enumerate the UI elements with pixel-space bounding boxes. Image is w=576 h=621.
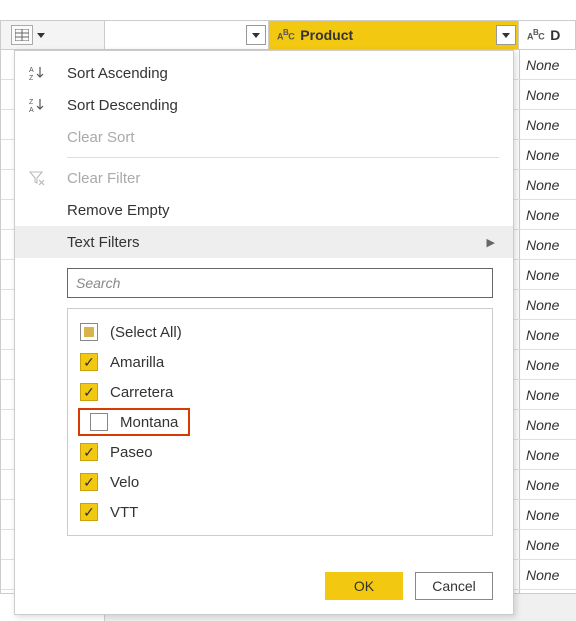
filter-option[interactable]: (Select All) xyxy=(68,317,492,347)
blank-icon xyxy=(29,200,55,220)
checkbox-icon: ✓ xyxy=(80,473,98,491)
checkbox-icon xyxy=(90,413,108,431)
filter-option-label: Carretera xyxy=(110,384,173,401)
menu-label: Sort Descending xyxy=(67,97,499,114)
filter-option[interactable]: ✓ Velo xyxy=(68,467,492,497)
column-dropdown-button[interactable] xyxy=(496,25,516,45)
filter-option[interactable]: Montana xyxy=(68,407,492,437)
search-placeholder: Search xyxy=(76,275,120,291)
filter-option-label: Montana xyxy=(120,414,178,431)
cell-value: None xyxy=(520,440,576,469)
cell-value: None xyxy=(520,80,576,109)
ok-button[interactable]: OK xyxy=(325,572,403,600)
checkbox-icon: ✓ xyxy=(80,443,98,461)
remove-empty-item[interactable]: Remove Empty xyxy=(15,194,513,226)
blank-icon xyxy=(29,232,55,252)
filter-option[interactable]: ✓ Carretera xyxy=(68,377,492,407)
chevron-down-icon xyxy=(502,33,510,38)
button-label: OK xyxy=(354,578,374,594)
sort-descending-item[interactable]: ZA Sort Descending xyxy=(15,89,513,121)
cell-value: None xyxy=(520,500,576,529)
sort-asc-icon: AZ xyxy=(29,63,55,83)
filter-option-label: Velo xyxy=(110,474,139,491)
chevron-right-icon: ▶ xyxy=(487,236,495,249)
button-label: Cancel xyxy=(432,578,476,594)
svg-text:Z: Z xyxy=(29,99,34,106)
text-type-icon: ABC xyxy=(277,28,294,42)
checkbox-icon: ✓ xyxy=(80,383,98,401)
checkbox-icon: ✓ xyxy=(80,353,98,371)
cancel-button[interactable]: Cancel xyxy=(415,572,493,600)
svg-text:A: A xyxy=(29,107,34,113)
cell-value: None xyxy=(520,290,576,319)
cell-value: None xyxy=(520,350,576,379)
chevron-down-icon xyxy=(252,33,260,38)
cell-value: None xyxy=(520,410,576,439)
cell-value: None xyxy=(520,260,576,289)
svg-text:Z: Z xyxy=(29,75,34,81)
filter-clear-icon xyxy=(29,168,55,188)
table-menu-chevron-icon xyxy=(37,33,45,38)
menu-label: Clear Filter xyxy=(67,170,499,187)
cell-value: None xyxy=(520,320,576,349)
clear-filter-item: Clear Filter xyxy=(15,162,513,194)
table-corner-cell[interactable] xyxy=(0,21,105,49)
svg-text:A: A xyxy=(29,67,34,74)
cell-value: None xyxy=(520,50,576,79)
clear-sort-item: Clear Sort xyxy=(15,121,513,153)
column-header-d[interactable]: ABC D xyxy=(519,21,576,49)
filter-menu: AZ Sort Ascending ZA Sort Descending Cle… xyxy=(14,50,514,615)
menu-label: Sort Ascending xyxy=(67,65,499,82)
sort-desc-icon: ZA xyxy=(29,95,55,115)
menu-separator xyxy=(67,157,499,158)
cell-value: None xyxy=(520,110,576,139)
cell-value: None xyxy=(520,200,576,229)
column-header-product[interactable]: ABC Product xyxy=(269,21,519,49)
sort-ascending-item[interactable]: AZ Sort Ascending xyxy=(15,57,513,89)
cell-value: None xyxy=(520,560,576,589)
checkbox-icon xyxy=(80,323,98,341)
filter-option-label: Amarilla xyxy=(110,354,164,371)
cell-value: None xyxy=(520,170,576,199)
menu-label: Text Filters xyxy=(67,234,487,251)
search-input[interactable]: Search xyxy=(67,268,493,298)
filter-option-label: (Select All) xyxy=(110,324,182,341)
menu-label: Clear Sort xyxy=(67,129,499,146)
cell-value: None xyxy=(520,380,576,409)
filter-option-label: Paseo xyxy=(110,444,153,461)
filter-option[interactable]: ✓ VTT xyxy=(68,497,492,527)
column-header-label: Product xyxy=(300,27,353,43)
menu-label: Remove Empty xyxy=(67,202,499,219)
cell-value: None xyxy=(520,470,576,499)
cell-value: None xyxy=(520,230,576,259)
cell-value: None xyxy=(520,140,576,169)
text-filters-item[interactable]: Text Filters ▶ xyxy=(15,226,513,258)
filter-option[interactable]: ✓ Amarilla xyxy=(68,347,492,377)
column-header-label: D xyxy=(550,27,560,43)
table-icon xyxy=(11,25,33,45)
column-header-blank[interactable] xyxy=(105,21,269,49)
filter-checklist: (Select All) ✓ Amarilla ✓ Carretera Montana ✓ P… xyxy=(67,308,493,536)
column-dropdown-button[interactable] xyxy=(246,25,266,45)
filter-option[interactable]: ✓ Paseo xyxy=(68,437,492,467)
filter-option-label: VTT xyxy=(110,504,138,521)
checkbox-icon: ✓ xyxy=(80,503,98,521)
blank-icon xyxy=(29,127,55,147)
text-type-icon: ABC xyxy=(527,28,544,42)
cell-value: None xyxy=(520,530,576,559)
